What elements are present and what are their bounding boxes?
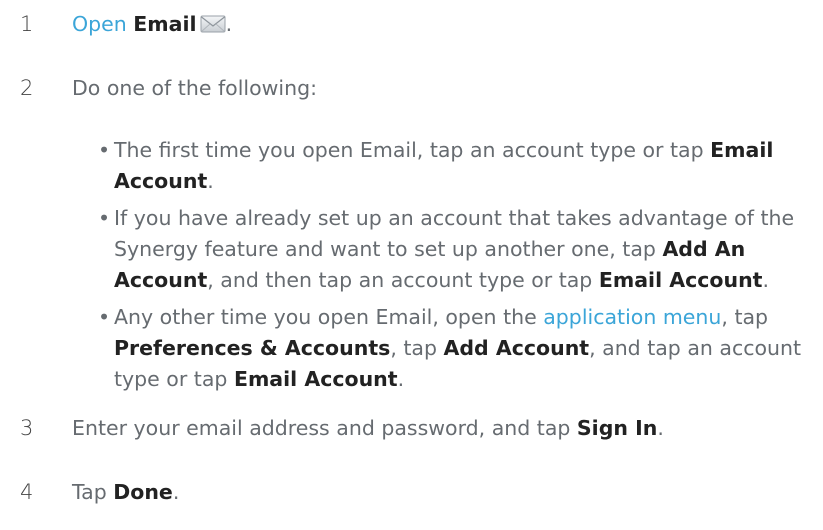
option-list: • The first time you open Email, tap an a…: [98, 135, 803, 401]
done-bold: Done: [113, 480, 173, 504]
list-item: • The first time you open Email, tap an a…: [98, 135, 803, 197]
bullet-dot: •: [98, 305, 111, 329]
email-account-bold: Email Account: [598, 268, 763, 292]
email-account-bold: Email Account: [233, 367, 398, 391]
sign-in-bold: Sign In: [576, 416, 658, 440]
step-text: Tap Done.: [72, 480, 180, 504]
step-text: Open Email.: [72, 10, 803, 38]
preferences-accounts-bold: Preferences & Accounts: [114, 336, 391, 360]
list-item: • If you have already set up an account t…: [98, 203, 803, 296]
step-number: 1: [20, 12, 34, 36]
application-menu-link[interactable]: application menu: [543, 305, 721, 329]
bullet-dot: •: [98, 206, 111, 230]
email-bold: Email: [133, 12, 197, 36]
step-number: 3: [20, 416, 34, 440]
step-number: 2: [20, 76, 34, 100]
bullet-dot: •: [98, 138, 111, 162]
step-tail: .: [225, 12, 233, 36]
step-text: Do one of the following:: [72, 76, 318, 100]
list-item: • Any other time you open Email, open the…: [98, 302, 803, 395]
step-number: 4: [20, 480, 34, 504]
step-text: Enter your email address and password, a…: [72, 416, 664, 440]
open-link[interactable]: Open: [72, 12, 127, 36]
envelope-icon: [200, 13, 226, 33]
add-account-bold: Add Account: [443, 336, 590, 360]
